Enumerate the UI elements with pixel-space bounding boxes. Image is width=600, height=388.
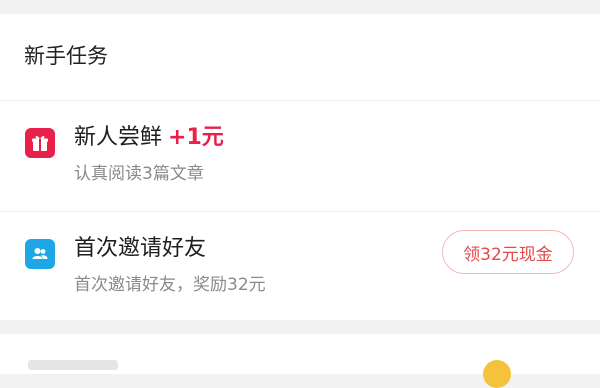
reward-amount: +1元	[168, 125, 224, 150]
coin-icon	[483, 360, 511, 388]
task-title: 首次邀请好友	[74, 236, 207, 261]
users-icon	[25, 239, 55, 269]
task-subtitle: 首次邀请好友，奖励32元	[74, 275, 266, 295]
task-item-newcomer[interactable]: 新人尝鲜 +1元 认真阅读3篇文章	[0, 101, 600, 211]
claim-cash-button[interactable]: 领32元现金	[442, 230, 574, 274]
task-subtitle: 认真阅读3篇文章	[74, 164, 204, 184]
next-section-title-peek	[28, 360, 118, 370]
section-title: 新手任务	[24, 44, 108, 68]
task-title: 新人尝鲜 +1元	[74, 121, 224, 155]
task-title-text: 新人尝鲜	[74, 125, 163, 150]
gift-icon	[25, 128, 55, 158]
newbie-tasks-card: 新手任务 新人尝鲜 +1元 认真阅读3篇文章 首次邀请好友 首次邀请好友，奖励3…	[0, 14, 600, 320]
